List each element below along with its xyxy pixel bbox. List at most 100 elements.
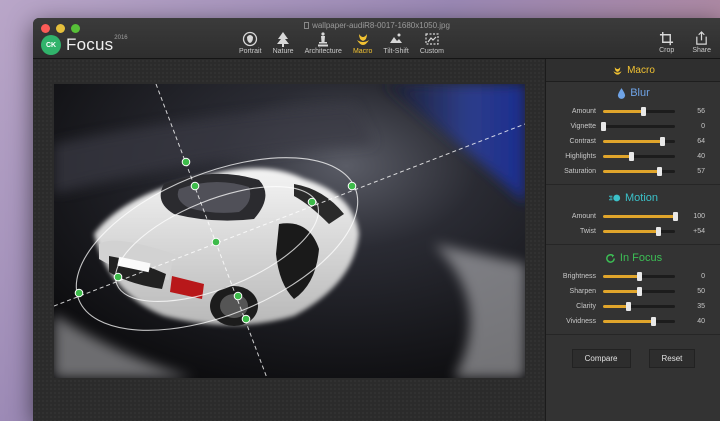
portrait-icon [243, 31, 258, 47]
adjustments-panel: Macro Blur Amount 56 Vignette 0 Contrast 64 Hi… [545, 59, 720, 421]
motion-sliders: Amount 100 Twist +54 [546, 209, 720, 239]
slider-knob[interactable] [672, 212, 678, 221]
focus-overlay[interactable] [54, 84, 525, 378]
canvas-area [33, 59, 545, 421]
motion-section: Motion Amount 100 Twist +54 [546, 187, 720, 239]
tilt-shift-icon [390, 33, 403, 43]
in-focus-clarity-value: 35 [697, 303, 705, 310]
blur-highlights-row: Highlights 40 [546, 149, 720, 164]
share-icon [696, 31, 707, 45]
blur-saturation-slider[interactable] [603, 167, 675, 176]
app-logo: CK Focus 2016 [41, 35, 128, 55]
toolbar: wallpaper-audiR8-0017-1680x1050.jpg CK F… [33, 18, 720, 59]
slider-knob[interactable] [656, 167, 662, 176]
crop-icon [660, 31, 674, 46]
mode-portrait-label: Portrait [239, 48, 262, 55]
motion-twist-label: Twist [580, 228, 596, 235]
mode-nature[interactable]: Nature [273, 31, 294, 55]
mode-custom[interactable]: Custom [420, 31, 444, 55]
slider-fill [603, 320, 654, 323]
slider-fill [603, 155, 632, 158]
mode-tilt-shift-label: Tilt-Shift [383, 48, 409, 55]
focus-handle[interactable] [113, 272, 123, 282]
in-focus-clarity-slider[interactable] [603, 302, 675, 311]
slider-knob[interactable] [636, 272, 642, 281]
divider [546, 334, 720, 335]
in-focus-brightness-label: Brightness [562, 273, 596, 280]
photo-preview[interactable] [54, 84, 525, 378]
slider-fill [603, 140, 663, 143]
blur-title-text: Blur [630, 87, 650, 99]
custom-icon [425, 33, 439, 45]
motion-section-title: Motion [546, 187, 720, 209]
droplet-icon [618, 87, 626, 99]
app-window: wallpaper-audiR8-0017-1680x1050.jpg CK F… [33, 18, 720, 421]
blur-highlights-label: Highlights [565, 153, 596, 160]
slider-fill [603, 170, 660, 173]
motion-amount-slider[interactable] [603, 212, 678, 221]
blur-amount-value: 56 [697, 108, 705, 115]
mode-macro[interactable]: Macro [353, 31, 372, 55]
slider-knob[interactable] [629, 152, 635, 161]
window-title-text: wallpaper-audiR8-0017-1680x1050.jpg [312, 21, 450, 30]
flower-icon [613, 66, 622, 75]
slider-fill [603, 305, 629, 308]
focus-handle[interactable] [347, 181, 357, 191]
focus-handle[interactable] [74, 288, 84, 298]
in-focus-sharpen-value: 50 [697, 288, 705, 295]
mode-selector: Portrait Nature Architecture Macro Tilt-… [239, 31, 455, 55]
motion-amount-row: Amount 100 [546, 209, 720, 224]
blur-amount-slider[interactable] [603, 107, 675, 116]
focus-handle[interactable] [181, 157, 191, 167]
toolbar-actions: Crop Share [659, 31, 711, 54]
motion-amount-value: 100 [693, 213, 705, 220]
blur-saturation-value: 57 [697, 168, 705, 175]
motion-amount-label: Amount [571, 213, 596, 220]
focus-handle[interactable] [233, 291, 243, 301]
mode-architecture-label: Architecture [304, 48, 342, 55]
in-focus-sharpen-slider[interactable] [603, 287, 675, 296]
motion-twist-value: +54 [693, 228, 705, 235]
in-focus-sharpen-row: Sharpen 50 [546, 284, 720, 299]
mode-portrait[interactable]: Portrait [239, 31, 262, 55]
tree-icon [277, 32, 290, 47]
slider-knob[interactable] [636, 287, 642, 296]
focus-handle[interactable] [307, 197, 317, 207]
blur-sliders: Amount 56 Vignette 0 Contrast 64 Highlights 40 S… [546, 104, 720, 179]
slider-knob[interactable] [625, 302, 631, 311]
slider-knob[interactable] [640, 107, 646, 116]
in-focus-brightness-slider[interactable] [603, 272, 675, 281]
slider-fill [603, 290, 639, 293]
in-focus-section: In Focus Brightness 0 Sharpen 50 Clarity 35 Vi… [546, 247, 720, 329]
share-button[interactable]: Share [692, 31, 711, 54]
divider [546, 244, 720, 245]
in-focus-vividness-slider[interactable] [603, 317, 675, 326]
app-year: 2016 [114, 35, 128, 41]
mode-tilt-shift[interactable]: Tilt-Shift [383, 31, 409, 55]
slider-knob[interactable] [655, 227, 661, 236]
panel-header-title: Macro [627, 64, 655, 76]
app-logo-badge: CK [41, 35, 61, 55]
focus-handle[interactable] [190, 181, 200, 191]
slider-knob[interactable] [600, 122, 606, 131]
reset-button[interactable]: Reset [648, 349, 696, 368]
in-focus-vividness-value: 40 [697, 318, 705, 325]
slider-knob[interactable] [659, 137, 665, 146]
blur-contrast-value: 64 [697, 138, 705, 145]
blur-amount-row: Amount 56 [546, 104, 720, 119]
in-focus-sliders: Brightness 0 Sharpen 50 Clarity 35 Vividness 40 [546, 269, 720, 329]
blur-saturation-row: Saturation 57 [546, 164, 720, 179]
compare-button[interactable]: Compare [571, 349, 631, 368]
flower-icon [356, 34, 369, 45]
slider-knob[interactable] [650, 317, 656, 326]
crop-button[interactable]: Crop [659, 31, 674, 54]
motion-twist-slider[interactable] [603, 227, 675, 236]
in-focus-vividness-label: Vividness [566, 318, 596, 325]
focus-handle[interactable] [241, 314, 251, 324]
blur-highlights-slider[interactable] [603, 152, 675, 161]
focus-handle[interactable] [211, 237, 221, 247]
panel-buttons: Compare Reset [546, 349, 720, 368]
blur-vignette-slider[interactable] [600, 122, 675, 131]
mode-architecture[interactable]: Architecture [305, 31, 342, 55]
blur-contrast-slider[interactable] [603, 137, 675, 146]
